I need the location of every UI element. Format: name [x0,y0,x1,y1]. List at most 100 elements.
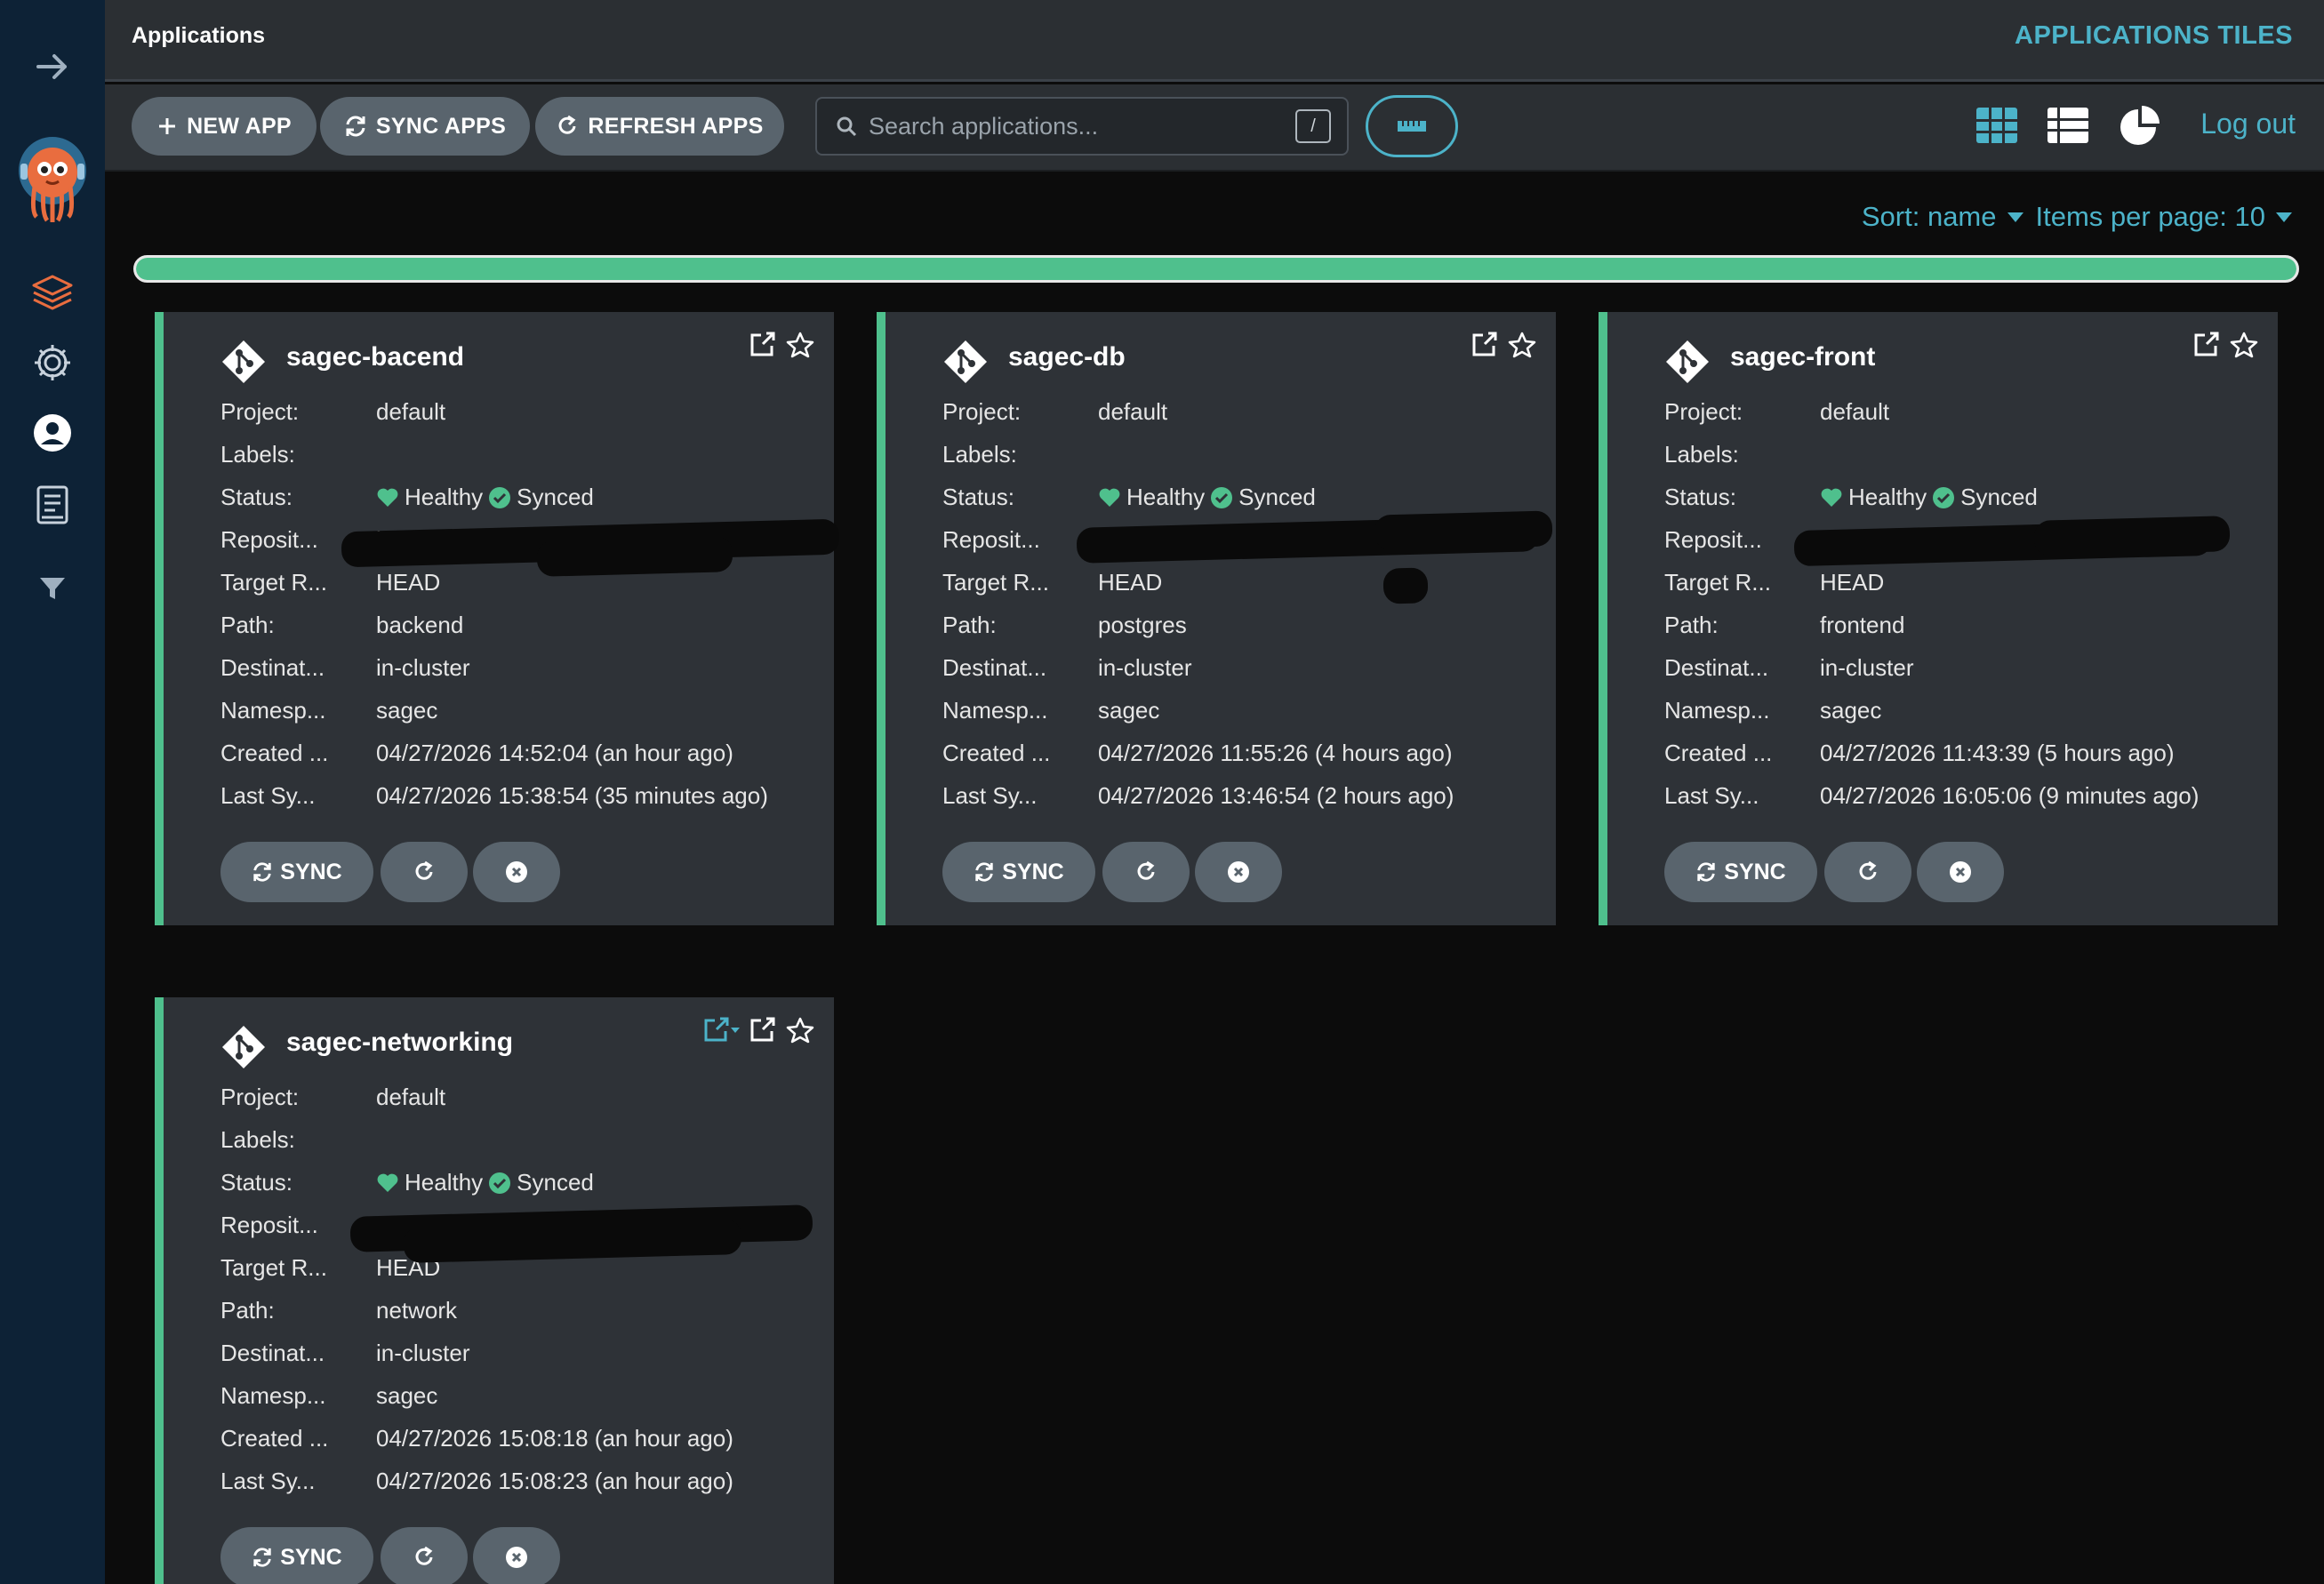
last-sync-value: 04/27/2026 15:38:54 (35 minutes ago) [376,782,768,809]
git-repo-icon [1664,339,1711,389]
close-circle-icon [506,861,527,883]
namespace-label: Namesp... [220,1382,326,1409]
heart-icon [377,1173,398,1192]
sync-button-label: SYNC [280,1544,342,1570]
sync-button[interactable]: SYNC [942,842,1095,902]
sync-button-label: SYNC [1724,859,1786,884]
refresh-button[interactable] [1102,842,1190,902]
docs-icon[interactable] [0,482,105,528]
refresh-apps-button[interactable]: REFRESH APPS [535,97,784,156]
path-label: Path: [220,612,275,638]
app-tile[interactable]: sagec-front Project: default Labels: Stat… [1599,312,2278,925]
gear-icon[interactable] [0,340,105,385]
tile-actions [702,1017,814,1048]
sidebar [0,0,105,1584]
external-link-icon[interactable] [2192,332,2221,363]
git-repo-icon [942,339,989,389]
delete-button[interactable] [473,1527,560,1584]
project-value: default [1820,398,1890,425]
refresh-button[interactable] [381,1527,468,1584]
app-name[interactable]: sagec-front [1730,342,1875,372]
delete-button[interactable] [473,842,560,902]
labels-label: Labels: [220,1126,295,1153]
created-value: 04/27/2026 11:43:39 (5 hours ago) [1820,740,2175,766]
status-label: Status: [220,484,293,510]
favorite-star-icon[interactable] [786,1017,814,1048]
new-app-button[interactable]: NEW APP [132,97,317,156]
expand-sidebar-arrow-icon[interactable] [0,43,105,91]
health-status: Healthy [1126,484,1206,510]
view-title: APPLICATIONS TILES [2015,21,2293,50]
sync-button[interactable]: SYNC [1664,842,1817,902]
labels-label: Labels: [1664,441,1739,468]
created-value: 04/27/2026 14:52:04 (an hour ago) [376,740,733,766]
search-box[interactable]: / [815,97,1349,156]
sort-dropdown[interactable]: Sort: name [1862,201,1997,233]
labels-label: Labels: [220,441,295,468]
status-bar-toggle-button[interactable] [1366,95,1458,157]
filter-icon[interactable] [0,571,105,606]
destination-label: Destinat... [220,1340,325,1366]
pie-chart-icon[interactable] [2117,104,2163,153]
app-name[interactable]: sagec-networking [286,1028,513,1058]
tile-actions [1471,332,1536,363]
app-tile[interactable]: sagec-networking Project: default Labels:… [155,997,834,1584]
project-label: Project: [220,1084,300,1110]
page-title: Applications [132,23,266,48]
refresh-button[interactable] [1824,842,1911,902]
git-repo-icon [220,1024,267,1075]
search-icon [837,116,857,137]
app-tile[interactable]: sagec-db Project: default Labels: Status:… [877,312,1556,925]
app-name[interactable]: sagec-bacend [286,342,464,372]
favorite-star-icon[interactable] [2230,332,2258,363]
grid-view-icon[interactable] [1975,104,2019,151]
refresh-icon [1859,860,1877,880]
external-link-icon[interactable] [749,1017,777,1048]
health-status: Healthy [405,1169,484,1196]
path-value: frontend [1820,612,1905,638]
delete-button[interactable] [1917,842,2004,902]
last-sync-label: Last Sy... [942,782,1038,809]
health-status-fill [136,258,2296,280]
argo-logo-icon[interactable] [0,132,105,224]
sync-icon [1697,862,1715,882]
external-link-icon[interactable] [749,332,777,363]
repository-label: Reposit... [1664,526,1762,553]
refresh-button[interactable] [381,842,468,902]
destination-value: in-cluster [376,1340,470,1366]
check-circle-icon [489,1172,511,1194]
app-tile[interactable]: sagec-bacend Project: default Labels: Sta… [155,312,840,925]
redaction-mark [1382,567,1429,604]
logout-link[interactable]: Log out [2200,108,2296,140]
app-name[interactable]: sagec-db [1008,342,1126,372]
sync-button[interactable]: SYNC [220,842,373,902]
sync-apps-button[interactable]: SYNC APPS [320,97,530,156]
labels-label: Labels: [942,441,1017,468]
destination-label: Destinat... [1664,654,1769,681]
last-sync-label: Last Sy... [220,1468,316,1494]
status-label: Status: [1664,484,1736,510]
search-input[interactable] [869,112,1278,140]
sort-caret-icon[interactable] [2007,212,2023,222]
top-header: Applications APPLICATIONS TILES [105,0,2324,82]
layers-icon[interactable] [0,271,105,316]
check-circle-icon [1933,486,1955,508]
list-view-icon[interactable] [2046,104,2090,151]
external-link-icon[interactable] [1471,332,1499,363]
target-revision-value: HEAD [1820,569,1885,596]
user-icon[interactable] [0,411,105,455]
sync-button[interactable]: SYNC [220,1527,373,1584]
created-value: 04/27/2026 11:55:26 (4 hours ago) [1098,740,1453,766]
external-links-dropdown-icon[interactable] [702,1017,740,1048]
refresh-apps-label: REFRESH APPS [588,113,764,139]
health-status: Healthy [405,484,484,510]
redaction-mark [536,536,733,577]
delete-button[interactable] [1195,842,1282,902]
items-per-page-caret-icon[interactable] [2276,212,2292,222]
path-value: network [376,1297,458,1324]
favorite-star-icon[interactable] [1508,332,1536,363]
favorite-star-icon[interactable] [786,332,814,363]
items-per-page-dropdown[interactable]: Items per page: 10 [2036,201,2266,233]
sync-icon [253,862,271,882]
project-label: Project: [220,398,300,425]
